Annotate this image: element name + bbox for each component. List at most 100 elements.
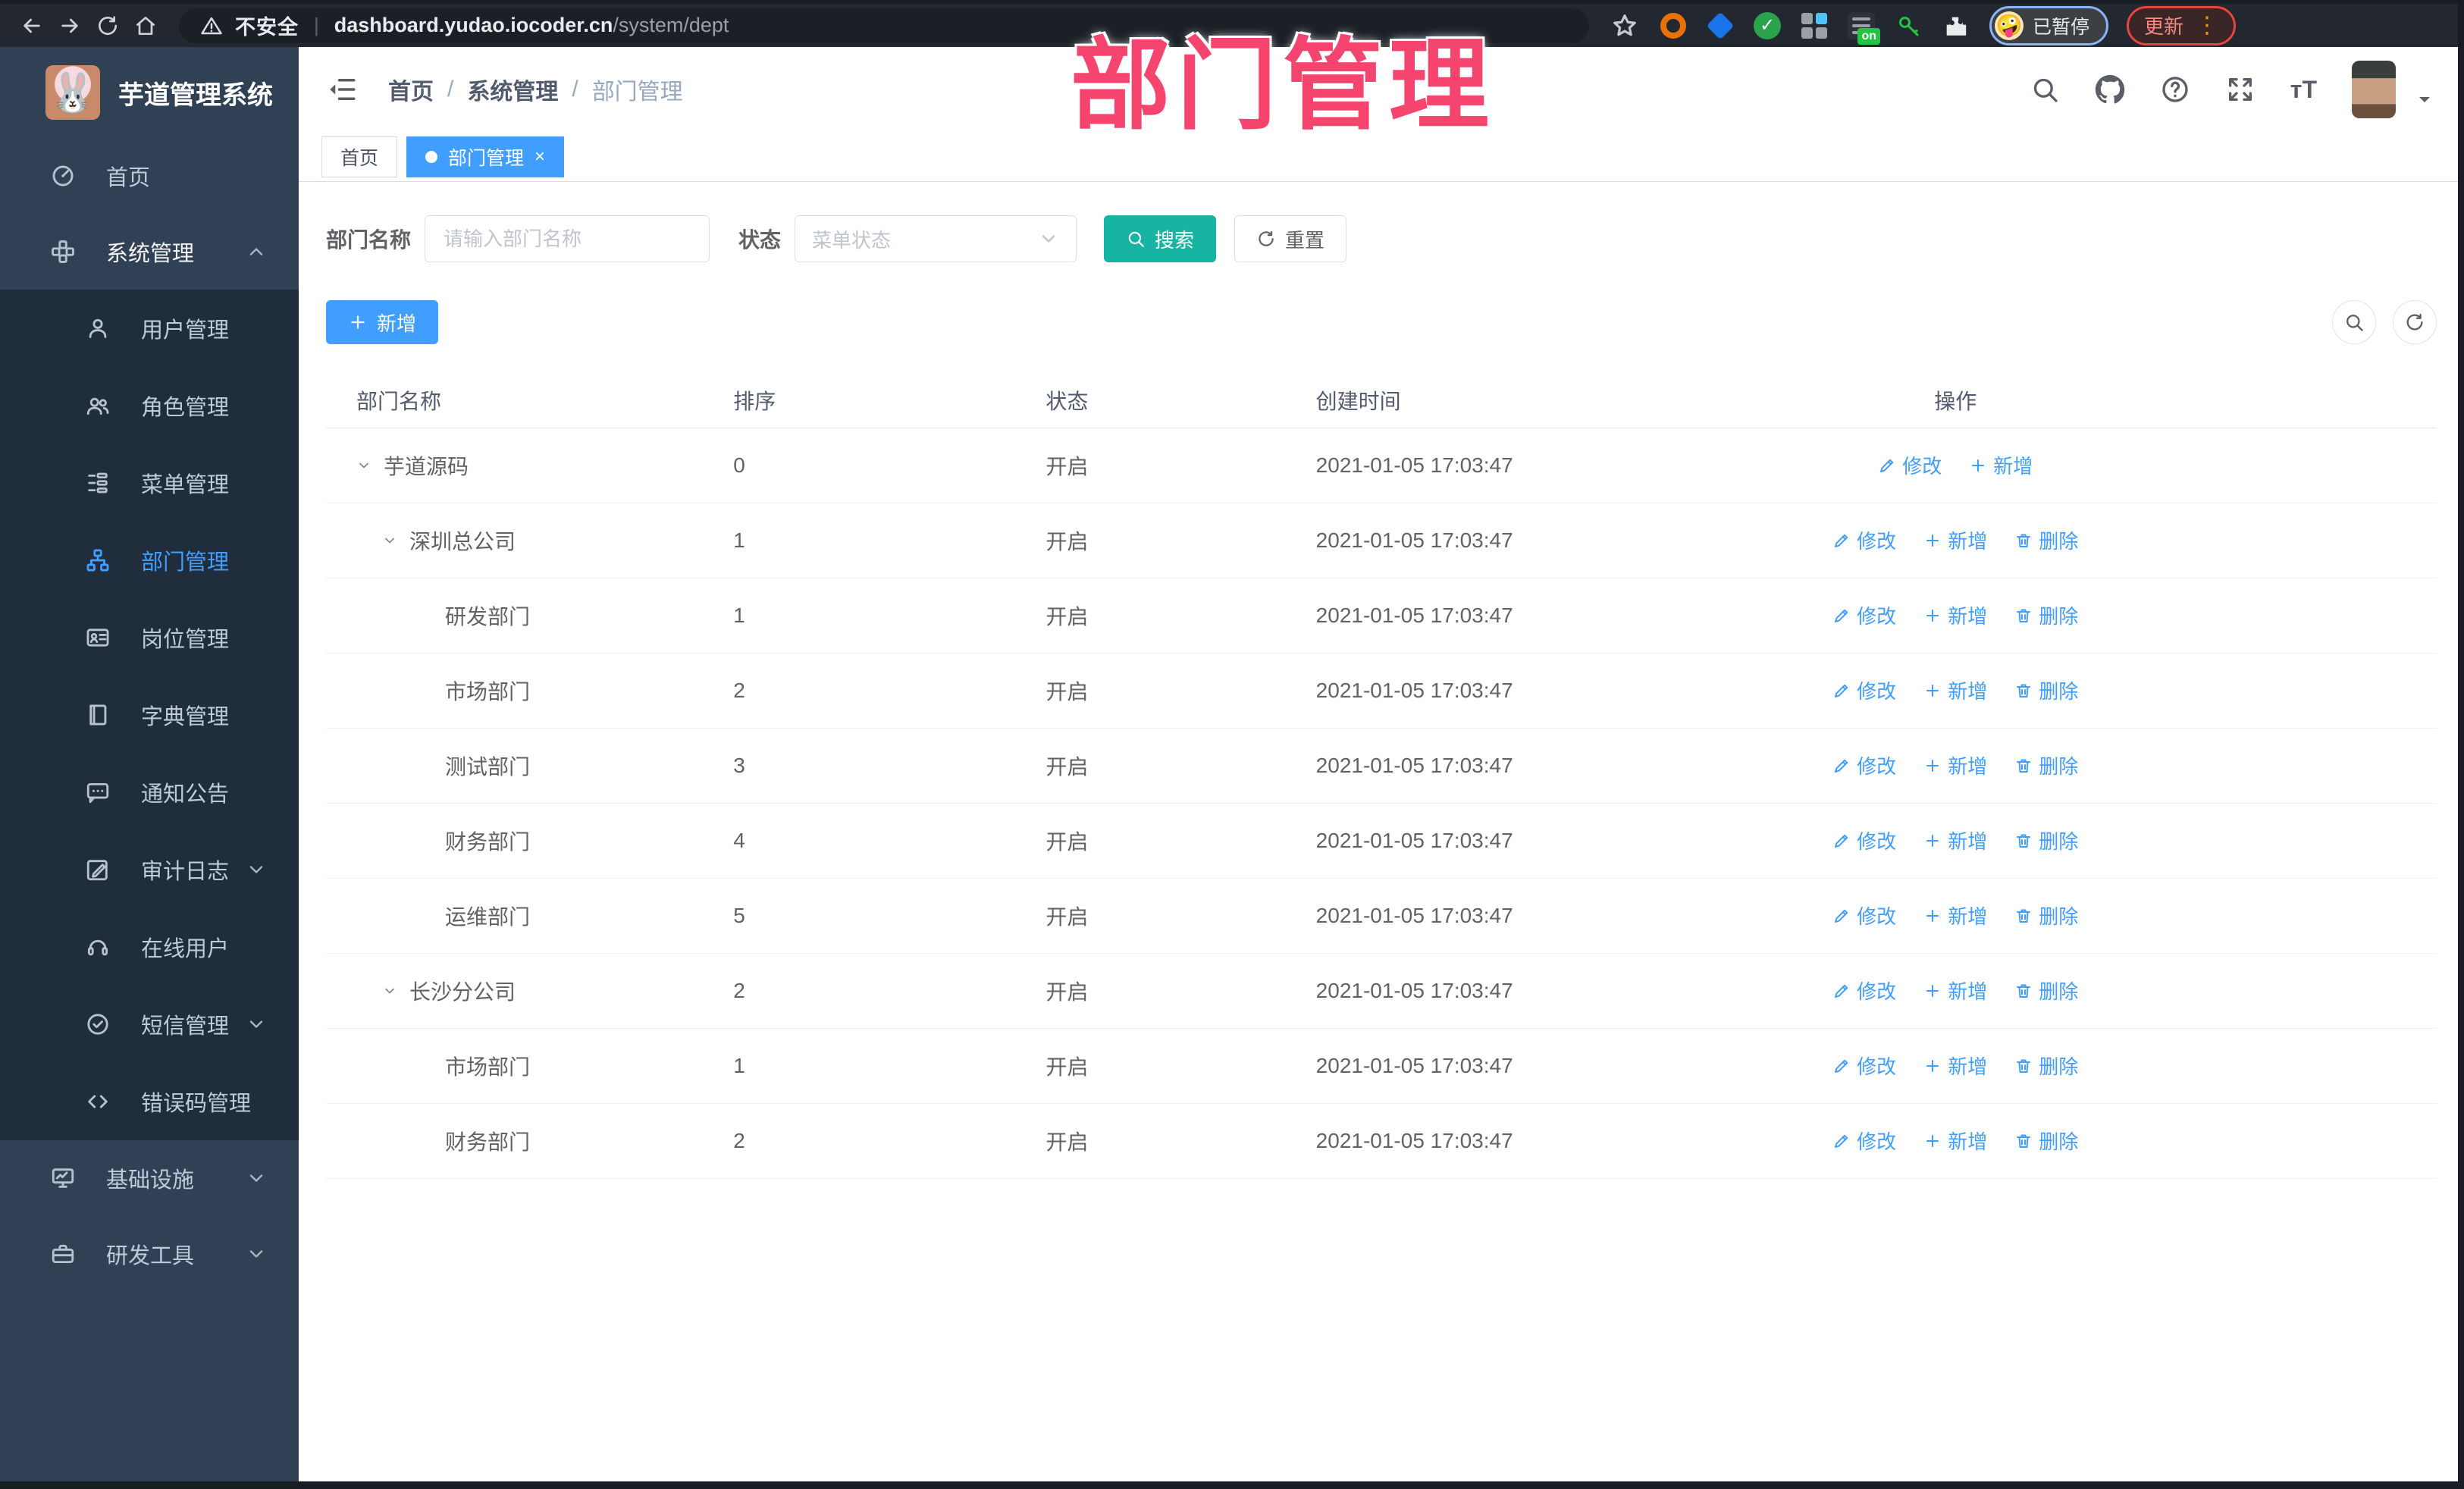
extension-orange-ring-icon[interactable] (1657, 10, 1689, 42)
user-avatar[interactable] (2352, 61, 2396, 118)
sidebar-item-首页[interactable]: 首页 (0, 138, 299, 214)
browser-menu-icon[interactable]: ⋮ (2196, 14, 2218, 37)
expand-row-icon[interactable] (356, 458, 371, 473)
help-icon[interactable] (2160, 74, 2190, 105)
profile-chip[interactable]: 🤪 已暂停 (1989, 5, 2109, 45)
sidebar-item-通知公告[interactable]: 通知公告 (0, 754, 299, 831)
sidebar-item-岗位管理[interactable]: 岗位管理 (0, 599, 299, 676)
delete-row-button[interactable]: 删除 (2014, 1052, 2078, 1080)
sidebar-item-短信管理[interactable]: 短信管理 (0, 986, 299, 1063)
add-row-button[interactable]: 新增 (1969, 451, 2033, 479)
add-row-button[interactable]: 新增 (1923, 601, 1987, 629)
sidebar-item-菜单管理[interactable]: 菜单管理 (0, 444, 299, 522)
tab-close-icon[interactable]: × (534, 147, 545, 166)
action-label: 修改 (1857, 530, 1897, 553)
modify-row-button[interactable]: 修改 (1832, 1127, 1896, 1155)
delete-row-button[interactable]: 删除 (2014, 1127, 2078, 1155)
modify-row-button[interactable]: 修改 (1832, 826, 1896, 854)
tab-dept-management[interactable]: 部门管理 × (406, 136, 565, 177)
sidebar-item-部门管理[interactable]: 部门管理 (0, 522, 299, 599)
online-users-icon (85, 934, 111, 960)
app-logo-row[interactable]: 🐰 芋道管理系统 (0, 47, 299, 138)
sidebar-item-字典管理[interactable]: 字典管理 (0, 676, 299, 754)
action-label: 新增 (1948, 1130, 1988, 1154)
sidebar-item-基础设施[interactable]: 基础设施 (0, 1140, 299, 1216)
delete-row-button[interactable]: 删除 (2014, 676, 2078, 704)
browser-actions: ✓ on 🤪 已暂停 更新 ⋮ (1610, 5, 2237, 45)
add-row-button[interactable]: 新增 (1923, 676, 1987, 704)
dept-status: 开启 (1045, 530, 1089, 553)
add-row-button[interactable]: 新增 (1923, 826, 1987, 854)
sidebar-item-角色管理[interactable]: 角色管理 (0, 367, 299, 444)
add-row-button[interactable]: 新增 (1923, 526, 1987, 554)
forward-icon[interactable] (55, 11, 85, 41)
github-icon[interactable] (2095, 74, 2125, 105)
sidebar-item-审计日志[interactable]: 审计日志 (0, 831, 299, 908)
reset-button[interactable]: 重置 (1234, 215, 1347, 262)
delete-row-button[interactable]: 删除 (2014, 976, 2078, 1005)
action-label: 删除 (2039, 605, 2079, 629)
sidebar-item-系统管理[interactable]: 系统管理 (0, 214, 299, 290)
extension-puzzle-icon[interactable] (1939, 10, 1971, 42)
extension-blue-gem-icon[interactable] (1704, 10, 1736, 42)
add-row-button[interactable]: 新增 (1923, 976, 1987, 1005)
modify-row-button[interactable]: 修改 (1832, 526, 1896, 554)
extension-dark-on-icon[interactable]: on (1845, 10, 1880, 45)
extension-green-check-icon[interactable]: ✓ (1751, 10, 1783, 42)
caret-down-icon[interactable] (2415, 90, 2434, 108)
sidebar-item-label: 研发工具 (106, 1244, 195, 1268)
modify-row-button[interactable]: 修改 (1832, 601, 1896, 629)
trash-icon (2014, 832, 2033, 850)
status-label: 状态 (738, 228, 782, 252)
sidebar-item-错误码管理[interactable]: 错误码管理 (0, 1063, 299, 1140)
table-row: 运维部门 5 开启 2021-01-05 17:03:47 修改 新增 删除 (326, 879, 2437, 954)
modify-row-button[interactable]: 修改 (1832, 1052, 1896, 1080)
table-header: 部门名称 排序 状态 创建时间 操作 (326, 373, 2437, 428)
delete-row-button[interactable]: 删除 (2014, 751, 2078, 779)
sidebar: 🐰 芋道管理系统 首页 系统管理用户管理角色管理菜单管理部门管理 岗位管理 字典管理通… (0, 47, 299, 1489)
modify-row-button[interactable]: 修改 (1832, 676, 1896, 704)
tab-home[interactable]: 首页 (321, 136, 398, 177)
table-tools (2332, 300, 2437, 344)
expand-row-icon[interactable] (382, 983, 397, 998)
back-icon[interactable] (17, 11, 47, 41)
extension-green-key-icon[interactable] (1892, 10, 1924, 42)
action-label: 修改 (1857, 830, 1897, 854)
delete-row-button[interactable]: 删除 (2014, 601, 2078, 629)
sidebar-item-用户管理[interactable]: 用户管理 (0, 290, 299, 367)
delete-row-button[interactable]: 删除 (2014, 826, 2078, 854)
sidebar-item-在线用户[interactable]: 在线用户 (0, 908, 299, 986)
add-row-button[interactable]: 新增 (1923, 1127, 1987, 1155)
modify-row-button[interactable]: 修改 (1878, 451, 1942, 479)
delete-row-button[interactable]: 删除 (2014, 901, 2078, 929)
delete-row-button[interactable]: 删除 (2014, 526, 2078, 554)
show-search-button[interactable] (2332, 300, 2376, 344)
action-label: 删除 (2039, 530, 2079, 553)
modify-row-button[interactable]: 修改 (1832, 751, 1896, 779)
breadcrumb-system[interactable]: 系统管理 (467, 73, 558, 106)
browser-update-button[interactable]: 更新 ⋮ (2127, 5, 2237, 45)
search-icon[interactable] (2030, 74, 2060, 105)
add-row-button[interactable]: 新增 (1923, 1052, 1987, 1080)
hamburger-fold-icon[interactable] (326, 74, 358, 105)
dept-name-input[interactable] (425, 215, 710, 262)
status-select[interactable]: 菜单状态 (795, 215, 1077, 262)
modify-row-button[interactable]: 修改 (1832, 901, 1896, 929)
expand-row-icon[interactable] (382, 533, 397, 548)
extension-grid-icon[interactable] (1798, 10, 1830, 42)
reload-icon[interactable] (92, 11, 123, 41)
add-row-button[interactable]: 新增 (1923, 901, 1987, 929)
add-row-button[interactable]: 新增 (1923, 751, 1987, 779)
home-icon[interactable] (130, 11, 161, 41)
breadcrumb-home[interactable]: 首页 (388, 73, 434, 106)
sidebar-item-label: 用户管理 (141, 318, 230, 343)
add-button[interactable]: 新增 (326, 300, 439, 344)
star-icon[interactable] (1610, 11, 1639, 40)
sidebar-item-研发工具[interactable]: 研发工具 (0, 1216, 299, 1292)
fullscreen-icon[interactable] (2225, 74, 2256, 105)
sidebar-item-label: 菜单管理 (141, 473, 230, 497)
font-size-icon[interactable]: тT (2290, 77, 2317, 102)
refresh-table-button[interactable] (2393, 300, 2437, 344)
search-button[interactable]: 搜索 (1104, 215, 1217, 262)
modify-row-button[interactable]: 修改 (1832, 976, 1896, 1005)
